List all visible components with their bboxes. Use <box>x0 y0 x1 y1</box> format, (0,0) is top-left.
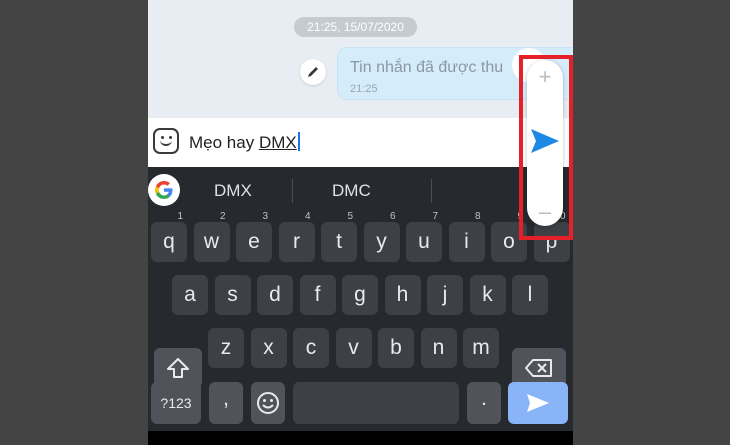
key-t[interactable]: t5 <box>321 211 357 262</box>
navigation-bar <box>148 431 573 445</box>
suggestion-2[interactable]: DMC <box>332 181 371 201</box>
period-key[interactable]: . <box>467 382 501 424</box>
keyboard: DMX DMC q1w2e3r4t5y6u7i8o9p0 asdfghjkl z… <box>148 167 573 445</box>
input-composing-text: DMX <box>258 133 297 152</box>
key-hint: 1 <box>177 211 183 222</box>
suggestion-divider <box>292 179 293 203</box>
backspace-icon <box>525 359 552 377</box>
key-label: f <box>314 283 321 306</box>
comma-key[interactable]: , <box>209 382 243 424</box>
input-text-prefix: Mẹo hay <box>189 133 259 152</box>
key-h[interactable]: h <box>384 275 421 315</box>
key-f[interactable]: f <box>299 275 336 315</box>
key-label: j <box>442 283 448 306</box>
key-label: i <box>464 230 469 253</box>
key-v[interactable]: v <box>335 328 372 368</box>
key-label: q <box>163 230 175 253</box>
key-label: r <box>293 230 300 253</box>
key-hint: 5 <box>347 211 353 222</box>
emoji-key[interactable] <box>251 382 285 424</box>
key-label: d <box>269 283 281 306</box>
key-label: k <box>482 283 493 306</box>
key-a[interactable]: a <box>172 275 208 315</box>
key-e[interactable]: e3 <box>236 211 272 262</box>
pencil-icon <box>308 67 318 77</box>
key-d[interactable]: d <box>257 275 293 315</box>
send-icon <box>527 394 549 412</box>
space-key[interactable] <box>293 382 459 424</box>
emoji-icon <box>257 392 279 414</box>
key-label: m <box>472 336 490 359</box>
key-label: e <box>248 230 260 253</box>
send-key[interactable] <box>508 382 568 424</box>
key-label: t <box>336 230 342 253</box>
date-separator: 21:25, 15/07/2020 <box>294 17 417 37</box>
key-label: c <box>305 336 317 359</box>
key-j[interactable]: j <box>427 275 463 315</box>
key-c[interactable]: c <box>293 328 329 368</box>
chat-area: 21:25, 15/07/2020 Tin nhắn đã được thu 2… <box>148 0 573 118</box>
key-m[interactable]: m <box>463 328 499 368</box>
message-text: Tin nhắn đã được thu <box>350 59 504 76</box>
key-i[interactable]: i8 <box>448 211 485 262</box>
key-label: o <box>503 230 515 253</box>
key-label: a <box>184 283 196 306</box>
key-label: b <box>390 336 402 359</box>
key-k[interactable]: k <box>469 275 506 315</box>
key-hint: 7 <box>432 211 438 222</box>
key-label: s <box>227 283 238 306</box>
suggestion-divider <box>431 179 432 203</box>
key-x[interactable]: x <box>250 328 287 368</box>
key-label: y <box>376 230 387 253</box>
key-g[interactable]: g <box>342 275 378 315</box>
key-label: w <box>203 230 220 253</box>
key-y[interactable]: y6 <box>363 211 400 262</box>
message-time: 21:25 <box>350 83 378 95</box>
key-n[interactable]: n <box>420 328 457 368</box>
key-label: x <box>263 336 274 359</box>
key-hint: 3 <box>262 211 268 222</box>
shift-icon <box>167 358 189 378</box>
message-input[interactable]: Mẹo hay DMX <box>189 132 300 153</box>
key-l[interactable]: l <box>512 275 548 315</box>
key-label: v <box>348 336 359 359</box>
key-hint: 2 <box>219 211 226 222</box>
key-b[interactable]: b <box>378 328 414 368</box>
key-hint: 4 <box>304 211 311 222</box>
key-z[interactable]: z <box>208 328 244 368</box>
key-q[interactable]: q1 <box>151 211 187 262</box>
key-label: u <box>418 230 430 253</box>
key-s[interactable]: s <box>214 275 251 315</box>
screenshot-frame: 21:25, 15/07/2020 Tin nhắn đã được thu 2… <box>0 0 730 445</box>
key-label: g <box>354 283 366 306</box>
key-hint: 6 <box>389 211 396 222</box>
key-label: h <box>396 283 409 306</box>
google-logo[interactable] <box>148 174 180 206</box>
key-u[interactable]: u7 <box>406 211 442 262</box>
edit-message-button[interactable] <box>300 59 326 85</box>
numbers-key[interactable]: ?123 <box>151 382 201 424</box>
message-input-bar: Mẹo hay DMX <box>148 118 573 167</box>
key-w[interactable]: w2 <box>193 211 230 262</box>
key-label: z <box>220 336 232 359</box>
suggestion-1[interactable]: DMX <box>214 181 252 201</box>
key-label: n <box>432 336 445 359</box>
emoji-icon[interactable] <box>153 128 179 154</box>
text-caret <box>297 132 300 151</box>
highlight-box <box>519 55 573 240</box>
key-label: l <box>527 283 533 306</box>
key-hint: 8 <box>474 211 481 222</box>
suggestion-bar: DMX DMC <box>148 167 573 215</box>
phone-screen: 21:25, 15/07/2020 Tin nhắn đã được thu 2… <box>148 0 573 445</box>
key-r[interactable]: r4 <box>278 211 315 262</box>
